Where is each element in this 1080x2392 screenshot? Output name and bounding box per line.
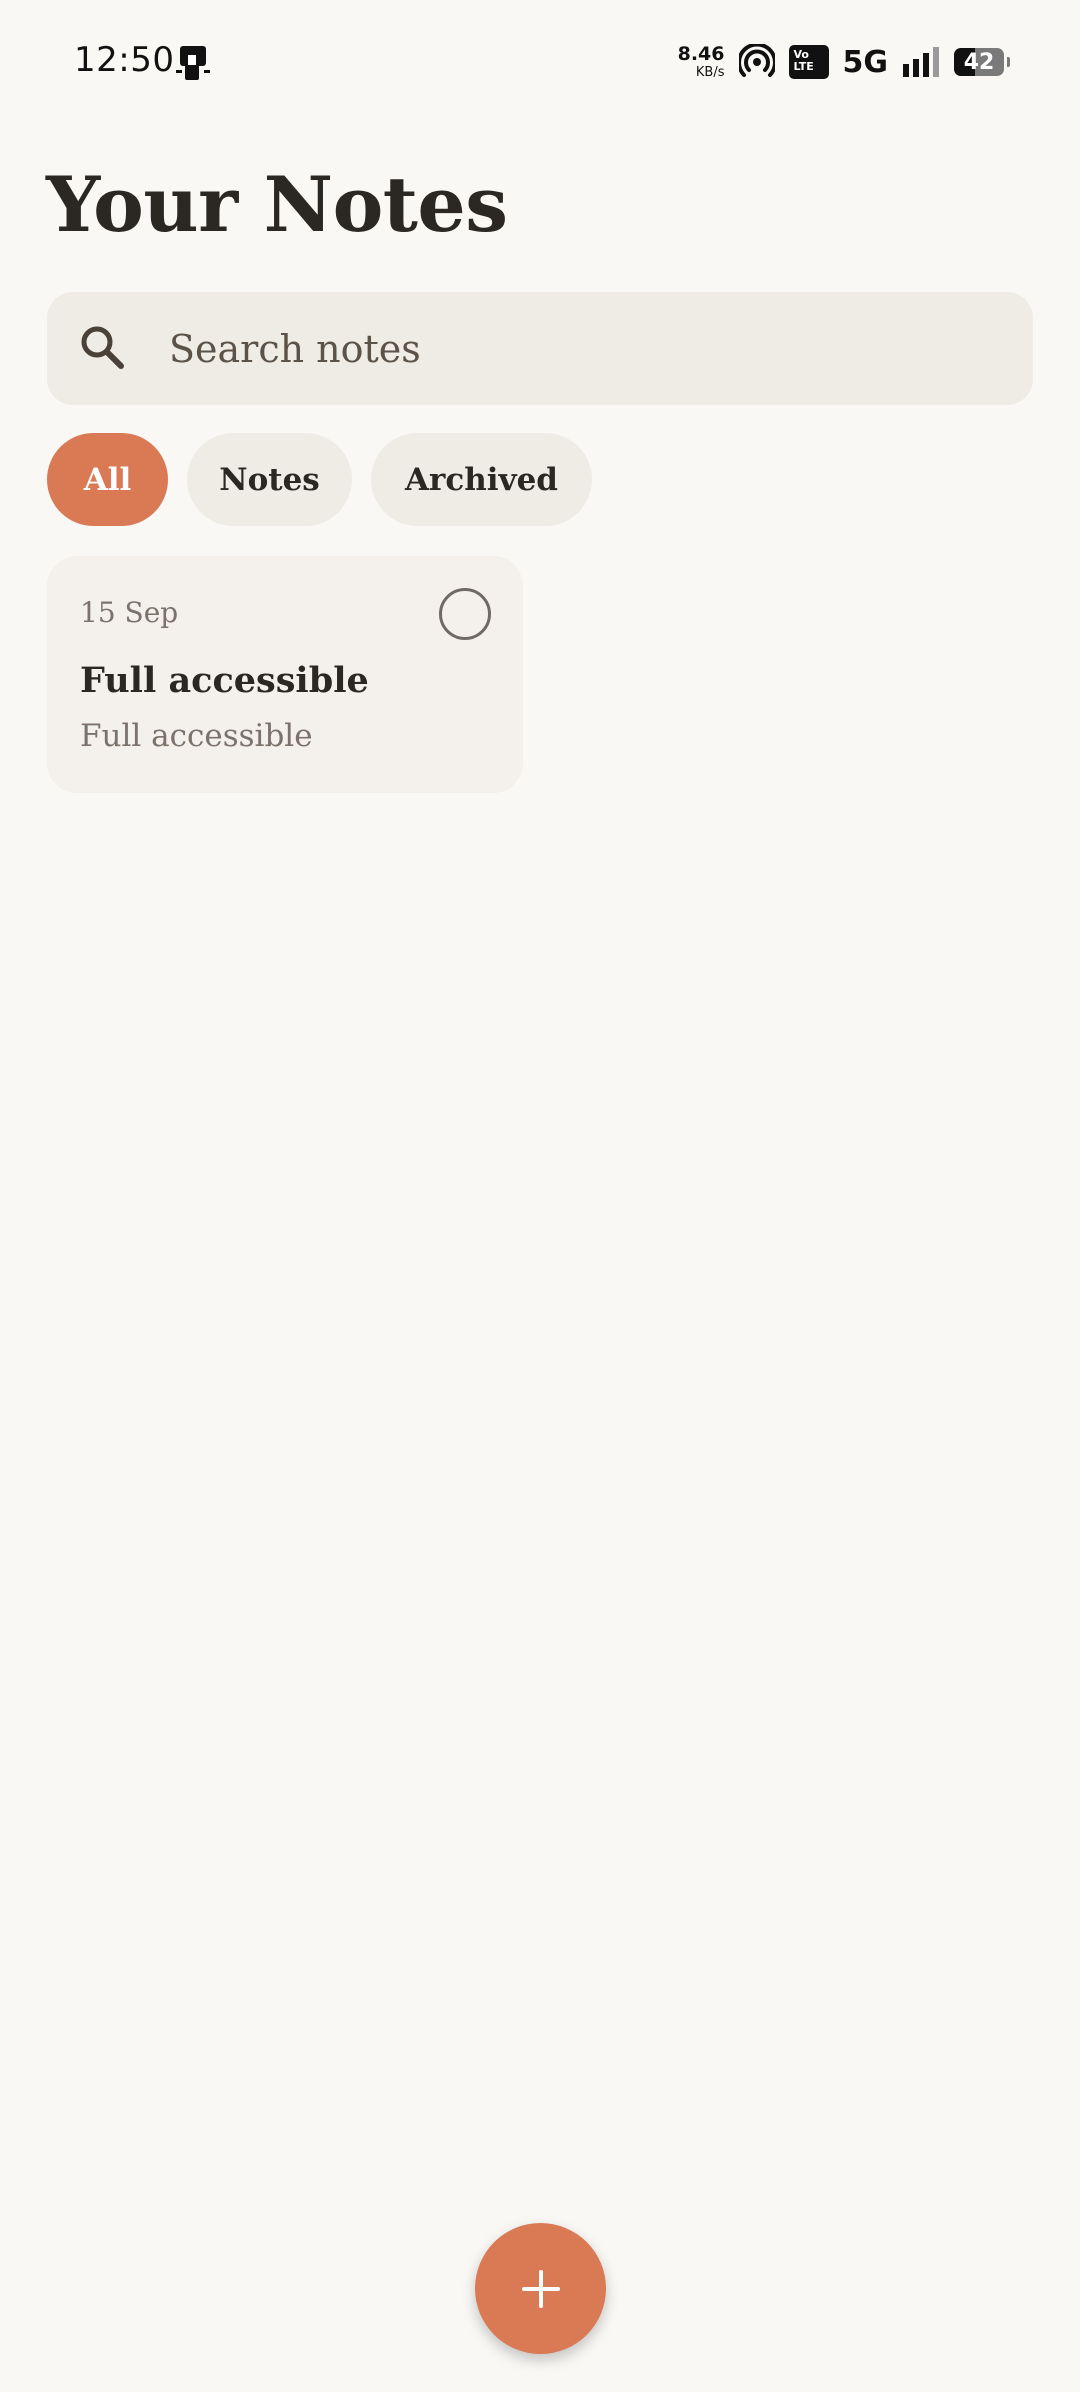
note-title: Full accessible [80,660,369,701]
filter-chip-label: All [83,461,132,498]
status-time: 12:50 [74,40,175,80]
filter-chip-archived[interactable]: Archived [371,433,592,526]
search-bar[interactable] [47,292,1033,405]
notes-screen: 12:50 8.46 KB/s Vo LTE 5G 42 Your Notes … [0,0,1080,2392]
status-bar: 12:50 8.46 KB/s Vo LTE 5G 42 [0,0,1080,126]
notification-app-icon [176,46,210,80]
note-select-checkbox[interactable] [439,588,491,640]
note-preview: Full accessible [80,718,313,754]
battery-tip [1007,57,1010,67]
volte-label-bottom: LTE [793,60,814,73]
note-card[interactable]: 15 Sep Full accessible Full accessible [47,556,523,793]
search-input[interactable] [169,292,989,405]
search-icon [81,326,124,369]
filter-chip-notes[interactable]: Notes [187,433,352,526]
filter-chip-label: Archived [405,461,558,498]
plus-icon [521,2269,560,2308]
note-date: 15 Sep [80,596,179,629]
network-speed: 8.46 KB/s [677,43,725,80]
hotspot-icon [738,44,775,77]
add-note-button[interactable] [475,2223,606,2354]
battery-icon: 42 [954,48,1010,76]
page-title: Your Notes [46,160,508,249]
network-type: 5G [842,44,889,80]
network-speed-value: 8.46 [677,43,725,65]
battery-level: 42 [963,49,995,75]
signal-icon [903,47,939,77]
network-speed-unit: KB/s [695,65,725,80]
volte-icon: Vo LTE [788,45,829,79]
filter-chip-label: Notes [219,461,320,498]
filter-chip-all[interactable]: All [47,433,168,526]
status-icons: 8.46 KB/s Vo LTE 5G 42 [677,38,1010,86]
